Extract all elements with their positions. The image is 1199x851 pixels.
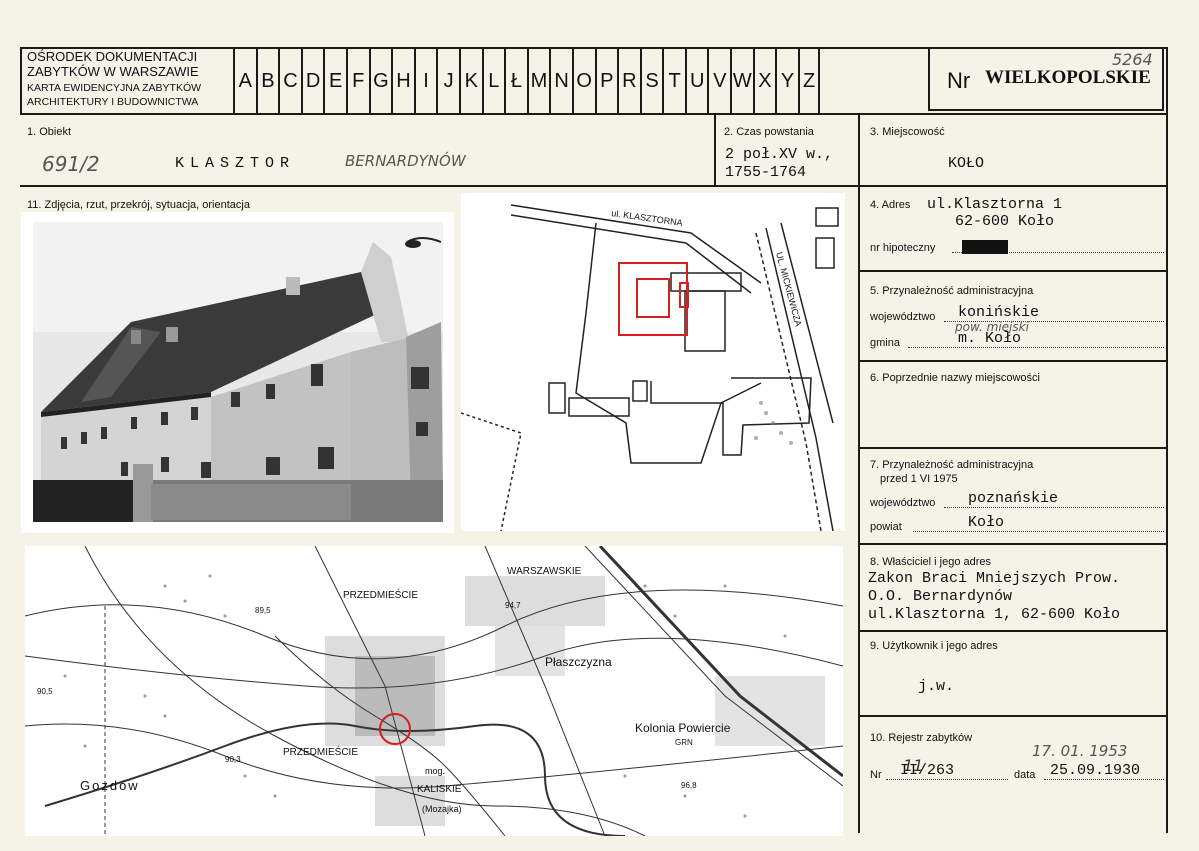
letter-cell: Ł	[504, 48, 527, 114]
letter-cell: W	[730, 48, 753, 114]
przynaleznosc75-label-1: 7. Przynależność administracyjna	[870, 459, 1034, 471]
wlasciciel-line-3: ul.Klasztorna 1, 62-600 Koło	[868, 606, 1121, 623]
adres-value-2: 62-600 Koło	[955, 213, 1055, 230]
hipoteczny-label: nr hipoteczny	[870, 242, 936, 254]
letter-cell: L	[481, 48, 505, 114]
letter-index: ABCDEFGHIJKLŁMNOPRSTUVWXYZ	[233, 48, 821, 114]
czas-value-2: 1755-1764	[725, 164, 807, 181]
map-label-warszawskie: WARSZAWSKIE	[507, 566, 582, 577]
map-label-mog: mog.	[425, 766, 445, 776]
letter-cell: O	[571, 48, 595, 114]
czas-label: 2. Czas powstania	[724, 126, 814, 138]
adres-value-1: ul.Klasztorna 1	[927, 196, 1063, 213]
rejestr-nr-hand: 11	[903, 756, 924, 775]
czas-value-1: 2 poł.XV w.,	[725, 146, 834, 163]
obiekt-value: KLASZTOR	[175, 155, 296, 172]
letter-cell: R	[617, 48, 640, 114]
zdjecia-label: 11. Zdjęcia, rzut, przekrój, sytuacja, o…	[27, 199, 250, 211]
wojewodztwo-label: województwo	[870, 311, 936, 323]
gmina-value: m. Koło	[958, 330, 1022, 347]
obiekt-hand-value: BERNARDYNÓW	[345, 152, 466, 170]
rejestr-data-value: 25.09.1930	[1050, 762, 1141, 779]
wlasciciel-line-1: Zakon Braci Mniejszych Prow.	[868, 570, 1121, 587]
map-height-3: 90,3	[225, 755, 241, 764]
miejscowosc-value: KOŁO	[948, 155, 985, 172]
institution-line-3: KARTA EWIDENCYJNA ZABYTKÓW	[27, 82, 202, 94]
letter-cell: Y	[775, 48, 798, 114]
building-photo	[21, 212, 454, 533]
gmina-label: gmina	[870, 337, 900, 349]
letter-cell: A	[233, 48, 256, 114]
letter-cell: U	[684, 48, 708, 114]
letter-cell: I	[413, 48, 437, 114]
rejestr-nr-label: Nr	[870, 769, 882, 781]
obiekt-hand-number: 691/2	[42, 152, 100, 176]
map-label-plaszczyzna: Płaszczyzna	[545, 655, 612, 669]
map-height-1: 89,5	[255, 606, 271, 615]
letter-cell: G	[368, 48, 392, 114]
map-label-przedmiescie-1: PRZEDMIEŚCIE	[343, 588, 418, 601]
przynaleznosc75-label-2: przed 1 VI 1975	[880, 473, 958, 485]
map-height-4: 96,8	[681, 781, 697, 790]
powiat-value: Koło	[968, 514, 1005, 531]
letter-cell: K	[458, 48, 482, 114]
letter-cell: B	[255, 48, 279, 114]
letter-cell: F	[345, 48, 369, 114]
adres-label: 4. Adres	[870, 199, 911, 211]
map-label-gozdow: Gozdów	[80, 778, 140, 793]
rejestr-data-label: data	[1014, 769, 1036, 781]
letter-cell: C	[278, 48, 301, 114]
wlasciciel-label: 8. Właściciel i jego adres	[870, 556, 992, 568]
obiekt-label: 1. Obiekt	[27, 126, 72, 138]
wojewodztwo75-label: województwo	[870, 497, 936, 509]
wlasciciel-line-2: O.O. Bernardynów	[868, 588, 1013, 605]
przynaleznosc-label: 5. Przynależność administracyjna	[870, 285, 1034, 297]
map-label-kaliskie: KALISKIE	[417, 784, 462, 795]
rejestr-data-hand: 17. 01. 1953	[1032, 742, 1128, 760]
letter-cell: J	[436, 48, 459, 114]
powiat-label: powiat	[870, 521, 902, 533]
nr-handwritten: 5264	[1112, 50, 1153, 69]
map-label-przedmiescie-2: PRZEDMIEŚCIE	[283, 745, 358, 758]
letter-cell: M	[526, 48, 550, 114]
poprzednie-label: 6. Poprzednie nazwy miejscowości	[870, 372, 1040, 384]
letter-cell: T	[662, 48, 685, 114]
letter-cell: D	[300, 48, 324, 114]
letter-cell: X	[752, 48, 776, 114]
rejestr-label: 10. Rejestr zabytków	[870, 732, 973, 744]
wojewodztwo75-value: poznańskie	[968, 490, 1059, 507]
map-label-mozajka: (Mozajka)	[422, 804, 462, 814]
wojewodztwo-value: konińskie	[958, 304, 1040, 321]
letter-cell: H	[391, 48, 414, 114]
letter-cell: S	[639, 48, 663, 114]
map-height-5: 94,7	[505, 601, 521, 610]
letter-cell: N	[549, 48, 572, 114]
nr-label: Nr	[947, 68, 971, 93]
topographic-map: PRZEDMIEŚCIE WARSZAWSKIE Płaszczyzna Kol…	[24, 544, 844, 837]
institution-line-2: ZABYTKÓW W WARSZAWIE	[27, 64, 199, 79]
nr-value: WIELKOPOLSKIE	[985, 67, 1151, 88]
letter-cell: Z	[797, 48, 821, 114]
redacted-hipoteczny	[962, 240, 1008, 254]
letter-cell: V	[707, 48, 730, 114]
map-label-kolonia: Kolonia Powiercie	[635, 721, 731, 735]
map-height-2: 90,5	[37, 687, 53, 696]
uzytkownik-value: j.w.	[918, 678, 955, 695]
letter-cell: E	[323, 48, 346, 114]
institution-line-1: OŚRODEK DOKUMENTACJI	[27, 49, 198, 64]
miejscowosc-label: 3. Miejscowość	[870, 126, 945, 138]
map-label-grn: GRN	[675, 738, 693, 747]
uzytkownik-label: 9. Użytkownik i jego adres	[870, 640, 998, 652]
site-plan: ul. KLASZTORNA UL. MICKIEWICZA	[460, 193, 845, 532]
letter-cell: P	[594, 48, 618, 114]
institution-line-4: ARCHITEKTURY I BUDOWNICTWA	[27, 96, 199, 108]
